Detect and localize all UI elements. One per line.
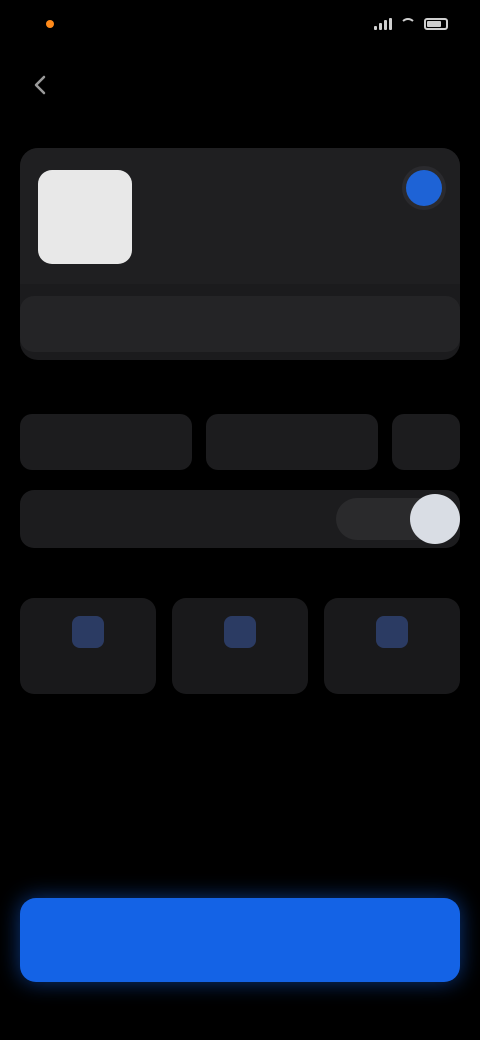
status-icons (374, 18, 448, 30)
selected-item-card (20, 148, 460, 360)
battery-icon (424, 18, 448, 30)
toggle-knob[interactable] (410, 494, 460, 544)
option-buttons (20, 414, 480, 470)
status-bar (0, 0, 480, 56)
tile-icon (72, 616, 104, 648)
item-thumbnail (38, 170, 132, 264)
tile-icon (376, 616, 408, 648)
selected-radio-button[interactable] (406, 170, 442, 206)
header (0, 60, 480, 112)
tile-grid (20, 598, 460, 694)
tile-icon (224, 616, 256, 648)
option-button[interactable] (392, 414, 460, 470)
option-labels (20, 374, 480, 404)
wifi-icon (400, 18, 416, 30)
signal-icon (374, 18, 392, 30)
toggle-setting-row (20, 490, 460, 548)
tile-option[interactable] (324, 598, 460, 694)
tile-option[interactable] (172, 598, 308, 694)
primary-action-button[interactable] (20, 898, 460, 982)
option-button[interactable] (206, 414, 378, 470)
option-button[interactable] (20, 414, 192, 470)
card-action-button[interactable] (20, 296, 460, 352)
back-arrow-icon[interactable] (30, 74, 52, 96)
card-header[interactable] (20, 148, 460, 284)
recording-indicator-dot (46, 20, 54, 28)
tile-option[interactable] (20, 598, 156, 694)
